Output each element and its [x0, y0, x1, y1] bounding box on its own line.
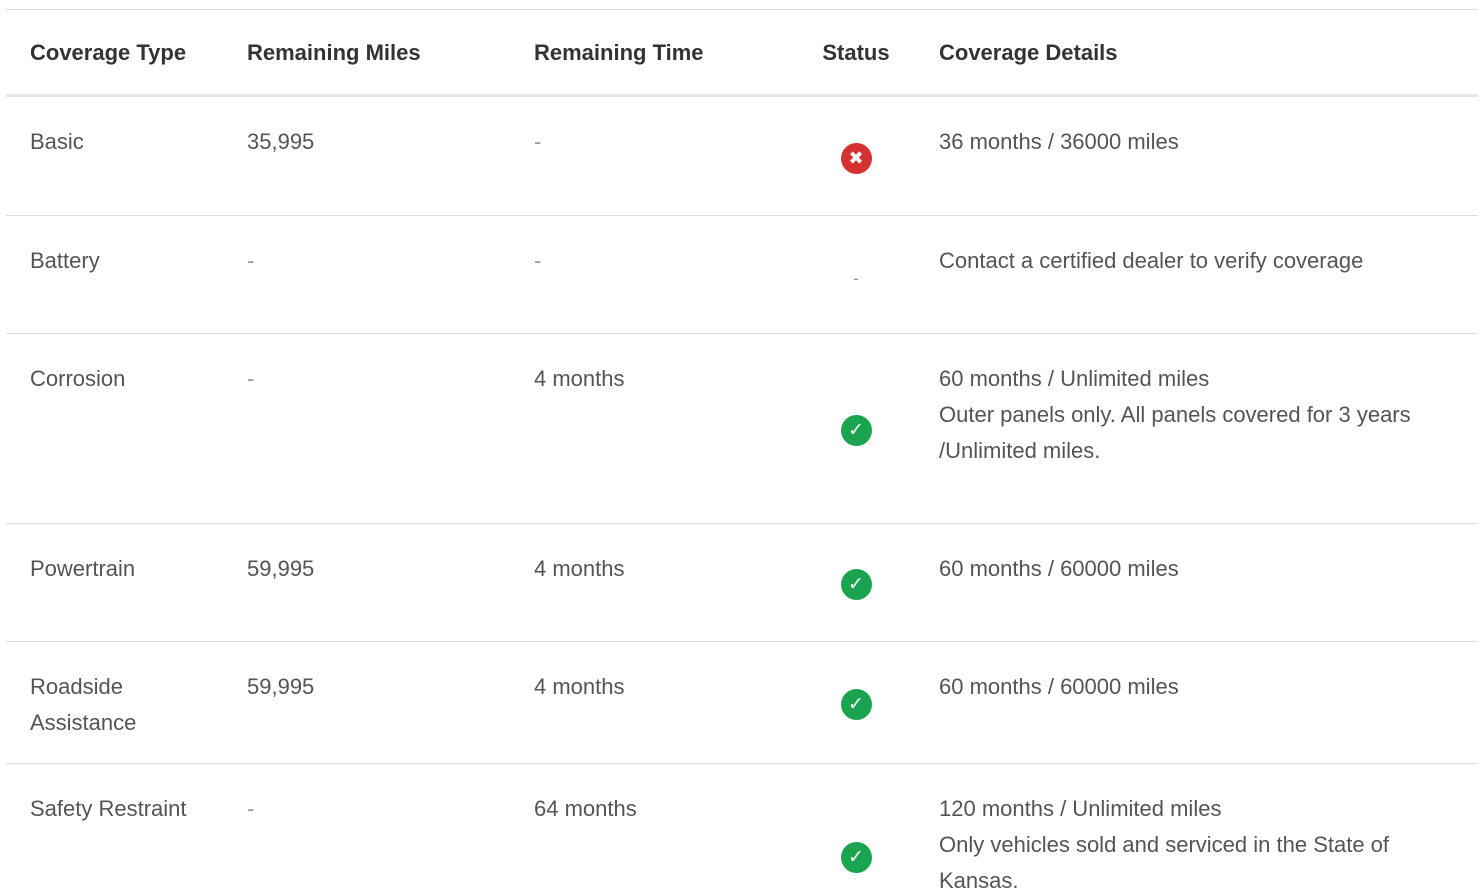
coverage-details-cell: Contact a certified dealer to verify cov…	[915, 216, 1478, 333]
coverage-details-cell: 60 months / 60000 miles	[915, 642, 1478, 763]
check-circle-icon: ✓	[840, 842, 872, 873]
details-line: 60 months / 60000 miles	[939, 674, 1179, 699]
table-row: Roadside Assistance 59,995 4 months ✓ 60…	[6, 642, 1478, 764]
status-cell: ✓	[797, 642, 915, 763]
status-cell: ✓	[797, 334, 915, 523]
details-line: 36 months / 36000 miles	[939, 129, 1179, 154]
details-note: Outer panels only. All panels covered fo…	[939, 402, 1411, 463]
details-line: Contact a certified dealer to verify cov…	[939, 248, 1364, 273]
remaining-miles-cell: 35,995	[247, 129, 315, 154]
header-remaining-time: Remaining Time	[534, 40, 704, 65]
coverage-type-cell: Powertrain	[30, 556, 136, 581]
remaining-time-cell: 64 months	[534, 796, 637, 821]
table-row: Corrosion - 4 months ✓ 60 months / Unlim…	[6, 334, 1478, 524]
check-circle-icon: ✓	[840, 415, 872, 446]
x-circle-icon: ✖	[840, 142, 872, 174]
remaining-time-cell: 4 months	[534, 366, 625, 391]
status-cell: -	[797, 216, 915, 333]
coverage-type-cell: Roadside Assistance	[30, 674, 137, 735]
table-row: Safety Restraint - 64 months ✓ 120 month…	[6, 764, 1478, 891]
coverage-type-cell: Corrosion	[30, 366, 126, 391]
table-row: Battery - - - Contact a certified dealer…	[6, 216, 1478, 334]
check-circle-icon: ✓	[840, 569, 872, 600]
details-line: 60 months / 60000 miles	[939, 556, 1179, 581]
warranty-coverage-page: Coverage Type Remaining Miles Remaining …	[0, 0, 1480, 891]
coverage-type-cell: Basic	[30, 129, 84, 154]
remaining-miles-cell: 59,995	[247, 674, 315, 699]
remaining-miles-cell: 59,995	[247, 556, 315, 581]
check-circle-icon: ✓	[840, 689, 872, 720]
coverage-details-cell: 36 months / 36000 miles	[915, 97, 1478, 215]
remaining-time-cell: -	[534, 129, 542, 154]
remaining-time-cell: 4 months	[534, 674, 625, 699]
remaining-time-cell: -	[534, 248, 542, 273]
table-row: Powertrain 59,995 4 months ✓ 60 months /…	[6, 524, 1478, 642]
details-note: Only vehicles sold and serviced in the S…	[939, 832, 1390, 891]
remaining-miles-cell: -	[247, 796, 255, 821]
header-coverage-details: Coverage Details	[939, 40, 1118, 65]
coverage-type-cell: Battery	[30, 248, 100, 273]
details-line: 60 months / Unlimited miles	[939, 366, 1210, 391]
table-header-row: Coverage Type Remaining Miles Remaining …	[6, 10, 1478, 97]
status-cell: ✓	[797, 524, 915, 641]
coverage-table: Coverage Type Remaining Miles Remaining …	[6, 10, 1478, 891]
header-remaining-miles: Remaining Miles	[247, 40, 421, 65]
header-coverage-type: Coverage Type	[30, 40, 187, 65]
table-row: Basic 35,995 - ✖ 36 months / 36000 miles	[6, 97, 1478, 216]
status-cell: ✓	[797, 764, 915, 891]
details-line: 120 months / Unlimited miles	[939, 796, 1222, 821]
coverage-details-cell: 120 months / Unlimited miles Only vehicl…	[915, 764, 1478, 891]
header-status: Status	[822, 40, 890, 65]
remaining-time-cell: 4 months	[534, 556, 625, 581]
coverage-details-cell: 60 months / Unlimited miles Outer panels…	[915, 334, 1478, 523]
coverage-type-cell: Safety Restraint	[30, 796, 187, 821]
coverage-details-cell: 60 months / 60000 miles	[915, 524, 1478, 641]
remaining-miles-cell: -	[247, 366, 255, 391]
status-cell: ✖	[797, 97, 915, 215]
status-empty-text: -	[853, 267, 859, 288]
remaining-miles-cell: -	[247, 248, 255, 273]
